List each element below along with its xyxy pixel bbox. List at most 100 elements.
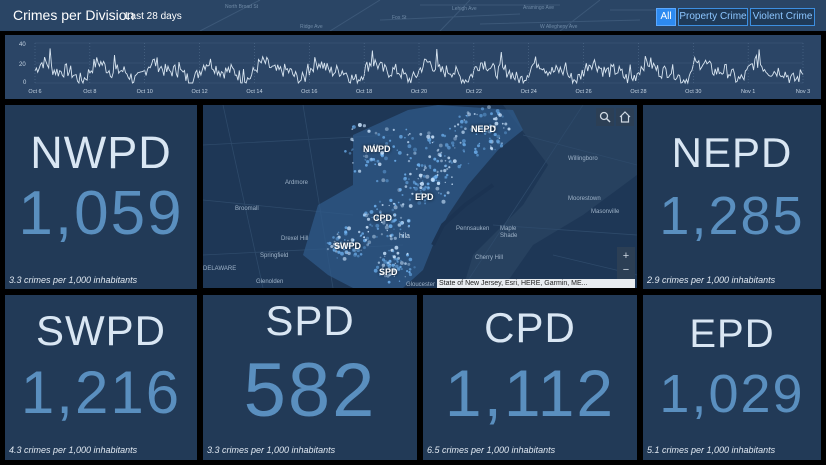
- incident-dot: [381, 204, 384, 206]
- incident-dot: [446, 191, 450, 195]
- street-label: Lehigh Ave: [452, 6, 477, 12]
- filter-property-crime-button[interactable]: Property Crime: [678, 8, 748, 26]
- incident-dot: [389, 237, 393, 241]
- incident-dot: [426, 182, 430, 186]
- incident-dot: [393, 228, 395, 230]
- incident-dot: [362, 246, 366, 250]
- incident-dot: [467, 162, 470, 165]
- incident-dot: [363, 236, 366, 239]
- map-search-button[interactable]: [596, 108, 614, 126]
- division-rate: 3.3 crimes per 1,000 inhabitants: [9, 275, 138, 285]
- panel-swpd[interactable]: SWPD 1,216 4.3 crimes per 1,000 inhabita…: [5, 295, 197, 460]
- x-tick-label: Oct 24: [521, 89, 537, 95]
- filter-violent-crime-button[interactable]: Violent Crime: [750, 8, 815, 26]
- panel-nwpd[interactable]: NWPD 1,059 3.3 crimes per 1,000 inhabita…: [5, 105, 197, 289]
- incident-dot: [387, 280, 391, 284]
- division-count: 1,112: [444, 356, 616, 430]
- incident-dot: [404, 185, 408, 188]
- division-rate: 5.1 crimes per 1,000 inhabitants: [647, 445, 776, 455]
- crime-map[interactable]: NEPD NWPD EPD CPD SWPD SPD Ardmore Broom…: [203, 105, 637, 288]
- panel-nepd[interactable]: NEPD 1,285 2.9 crimes per 1,000 inhabita…: [643, 105, 821, 289]
- incident-dot: [392, 128, 395, 131]
- incident-dot: [419, 186, 423, 190]
- incident-dot: [326, 248, 329, 251]
- incident-dot: [414, 186, 418, 191]
- incident-dot: [393, 236, 397, 240]
- y-tick-label: 0: [23, 80, 27, 86]
- map-home-button[interactable]: [616, 108, 634, 126]
- incident-dot: [376, 227, 380, 230]
- division-name: NEPD: [671, 129, 793, 176]
- panel-cpd[interactable]: CPD 1,112 6.5 crimes per 1,000 inhabitan…: [423, 295, 637, 460]
- street-label: W Allegheny Ave: [540, 24, 578, 30]
- incident-dot: [405, 128, 408, 131]
- incident-dot: [504, 122, 508, 126]
- incident-dot: [423, 164, 426, 167]
- incident-dot: [398, 280, 401, 282]
- incident-dot: [394, 159, 397, 162]
- incident-dot: [448, 166, 451, 169]
- x-tick-label: Oct 14: [246, 89, 262, 95]
- incident-dot: [393, 264, 396, 266]
- incident-dot: [400, 261, 404, 265]
- map-town: Maple: [500, 226, 517, 232]
- incident-dot: [392, 250, 395, 253]
- incident-dot: [336, 257, 338, 259]
- filter-all-button[interactable]: All: [656, 8, 676, 26]
- incident-dot: [407, 159, 411, 163]
- map-zoom-out-button[interactable]: −: [617, 261, 635, 279]
- incident-dot: [408, 133, 411, 135]
- incident-dot: [388, 204, 390, 207]
- incident-dot: [392, 145, 395, 148]
- incident-dot: [489, 146, 493, 150]
- incident-dot: [373, 268, 378, 273]
- incident-dot: [451, 141, 455, 145]
- map-town: Drexel Hill: [281, 236, 309, 242]
- division-count: 582: [243, 348, 377, 433]
- incident-dot: [330, 245, 334, 248]
- incident-dot: [390, 261, 392, 264]
- x-tick-label: Oct 20: [411, 89, 427, 95]
- incident-dot: [428, 155, 432, 159]
- incident-dot: [404, 173, 407, 176]
- incident-dot: [433, 168, 437, 172]
- incident-dot: [405, 181, 409, 185]
- incident-dot: [336, 233, 339, 236]
- incident-dot: [473, 113, 476, 115]
- map-town: Springfield: [260, 253, 289, 259]
- timeline-series-line: [34, 48, 804, 85]
- incident-dot: [492, 117, 496, 121]
- incident-dot: [411, 192, 414, 195]
- incident-dot: [386, 234, 389, 238]
- map-town: Glenolden: [256, 279, 284, 285]
- incident-dot: [388, 224, 393, 229]
- incident-dot: [365, 225, 369, 229]
- incident-dot: [449, 127, 451, 130]
- incident-dot: [399, 134, 403, 139]
- incident-dot: [408, 204, 413, 208]
- division-name: SWPD: [36, 307, 166, 354]
- incident-dot: [407, 178, 410, 181]
- incident-dot: [496, 140, 501, 145]
- incident-dot: [407, 144, 412, 149]
- incident-dot: [460, 125, 463, 129]
- crime-timeline-chart[interactable]: 40 20 0 Oct 6 Oct 8 Oct 10 Oct 12 Oct 14 Oct …: [5, 35, 821, 99]
- incident-dot: [420, 164, 424, 167]
- incident-dot: [465, 114, 467, 117]
- incident-dot: [332, 236, 335, 239]
- incident-dot: [504, 131, 507, 135]
- x-tick-label: Oct 30: [685, 89, 701, 95]
- incident-dot: [379, 256, 382, 259]
- incident-dot: [376, 159, 380, 163]
- incident-dot: [374, 131, 378, 135]
- incident-dot: [403, 177, 407, 181]
- incident-dot: [381, 178, 386, 183]
- incident-dot: [436, 159, 440, 163]
- map-label-nepd: NEPD: [471, 124, 497, 134]
- map-town: Gloucester: [406, 282, 436, 288]
- panel-epd[interactable]: EPD 1,029 5.1 crimes per 1,000 inhabitan…: [643, 295, 821, 460]
- incident-dot: [426, 134, 431, 139]
- incident-dot: [438, 143, 443, 148]
- incident-dot: [398, 188, 402, 192]
- panel-spd[interactable]: SPD 582 3.3 crimes per 1,000 inhabitants: [203, 295, 417, 460]
